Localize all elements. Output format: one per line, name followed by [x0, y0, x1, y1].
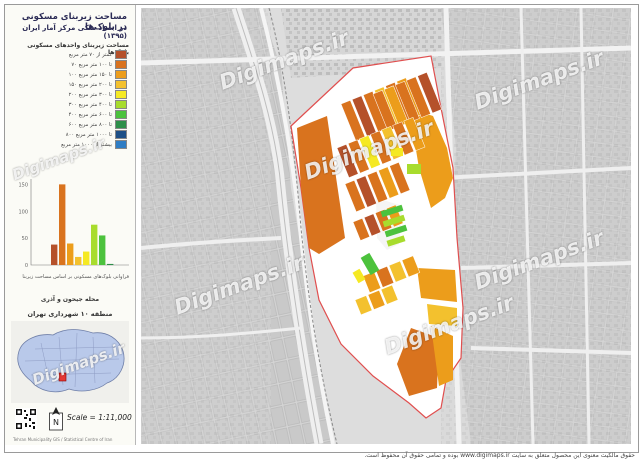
legend-label: ۸۰۰ تا ۱۰۰۰ متر مربع [65, 131, 112, 138]
legend-item: کمتر از ۷۰ متر مربع [13, 50, 127, 59]
legend-swatch [115, 60, 127, 69]
chart-bar [99, 235, 106, 265]
chart-axis [30, 179, 129, 266]
chart-bar [51, 244, 58, 265]
chart-bar [59, 184, 66, 265]
chart-caption: فراوانی بلوک‌های مسکونی بر اساس مساحت زی… [22, 274, 129, 280]
legend-item: ۲۰۰ تا ۳۰۰ متر مربع [13, 90, 127, 99]
chart-bar [75, 256, 82, 265]
chart-bar [91, 224, 98, 265]
legend-item: ۳۰۰ تا ۴۰۰ متر مربع [13, 100, 127, 109]
legend-swatch [115, 100, 127, 109]
legend-swatch [115, 70, 127, 79]
legend-label: ۷۰ تا ۱۰۰ متر مربع [71, 61, 112, 68]
legend-panel: مساحت زیربنای مسکونی در بلوک‌ها در اسناد… [5, 5, 136, 445]
y-tick-label: 0 [25, 263, 28, 269]
neighborhood-name: محله جیحون و آذری [40, 296, 100, 303]
chart-bar [67, 243, 74, 265]
legend-label: ۶۰۰ تا ۸۰۰ متر مربع [68, 121, 112, 128]
legend-item: ۱۵۰ تا ۲۰۰ متر مربع [13, 80, 127, 89]
legend-label: ۴۰۰ تا ۶۰۰ متر مربع [68, 111, 112, 118]
legend-swatch [115, 110, 127, 119]
map-subtitle: در اسناد ملکی مرکز آمار ایران (۱۳۹۵) [22, 24, 127, 40]
panel-credit: Tehran Municipality GIS / Statistical Ce… [13, 437, 113, 442]
legend-label: ۱۵۰ تا ۲۰۰ متر مربع [68, 81, 112, 88]
chart-bar [83, 251, 90, 265]
legend-swatch [115, 120, 127, 129]
region-name: منطقه ۱۰ شهرداری تهران [27, 310, 113, 318]
north-arrow-icon: N [49, 407, 63, 431]
legend-label: ۲۰۰ تا ۳۰۰ متر مربع [68, 91, 112, 98]
legend-item: ۱۰۰ تا ۱۵۰ متر مربع [13, 70, 127, 79]
y-tick-label: 100 [18, 209, 28, 215]
legend-swatch [115, 80, 127, 89]
qr-code [15, 408, 37, 430]
legend-item: ۸۰۰ تا ۱۰۰۰ متر مربع [13, 130, 127, 139]
svg-text:N: N [53, 418, 59, 427]
legend-item: ۶۰۰ تا ۸۰۰ متر مربع [13, 120, 127, 129]
legend-label: ۳۰۰ تا ۴۰۰ متر مربع [68, 101, 112, 108]
legend-label: ۱۰۰ تا ۱۵۰ متر مربع [68, 71, 112, 78]
map-scale: Scale = 1:11,000 [67, 413, 132, 422]
y-tick-label: 150 [18, 182, 28, 188]
legend-swatch [115, 90, 127, 99]
map-view[interactable]: Digimaps.ir Digimaps.ir Digimaps.ir Digi… [141, 8, 631, 444]
legend-swatch [115, 130, 127, 139]
frequency-bar-chart: 0 50 100 150 [18, 179, 129, 269]
chart-bar [107, 263, 114, 265]
legend-item: ۴۰۰ تا ۶۰۰ متر مربع [13, 110, 127, 119]
legend-swatch [115, 50, 127, 59]
footer-copyright: حقوق مالکیت معنوی این محصول متعلق به سای… [364, 452, 635, 459]
legend-swatch [115, 140, 127, 149]
legend-item: ۷۰ تا ۱۰۰ متر مربع [13, 60, 127, 69]
y-tick-label: 50 [22, 236, 28, 242]
legend-list: کمتر از ۷۰ متر مربع ۷۰ تا ۱۰۰ متر مربع ۱۰۰… [13, 50, 127, 150]
legend-label: کمتر از ۷۰ متر مربع [68, 51, 112, 58]
